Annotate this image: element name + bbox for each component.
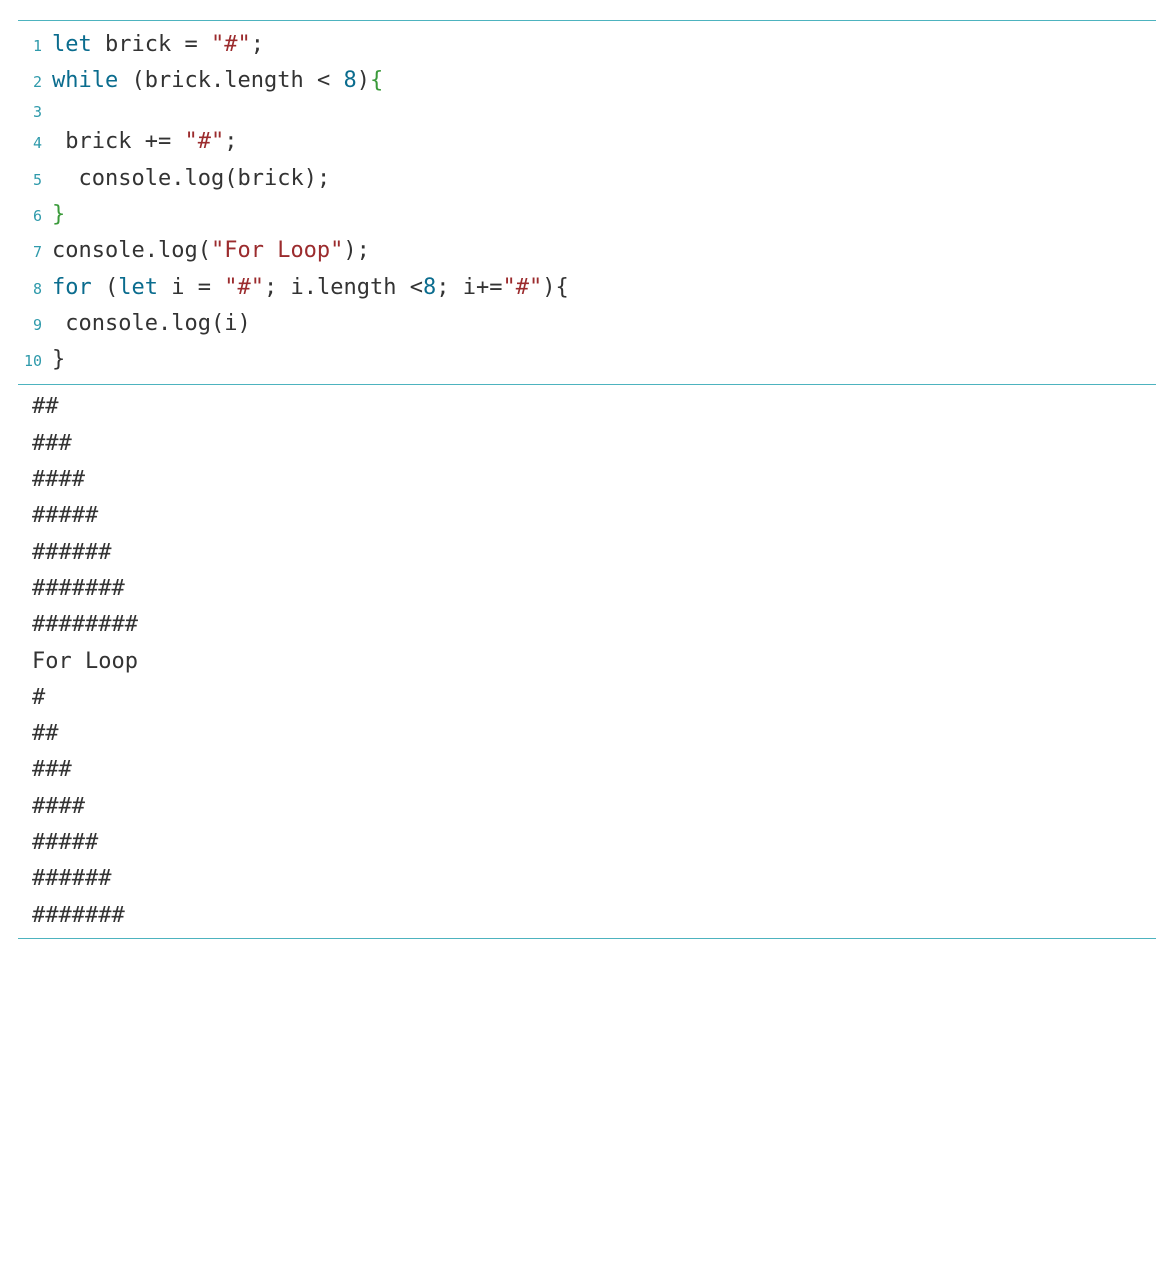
console-output-line: #### [32, 462, 1156, 498]
console-output-line: #### [32, 789, 1156, 825]
code-line[interactable]: 5 console.log(brick); [18, 161, 1156, 197]
console-output-line: ####### [32, 571, 1156, 607]
console-output-panel: ###################################For L… [18, 385, 1156, 938]
code-content[interactable]: console.log("For Loop"); [52, 233, 370, 269]
line-number: 6 [18, 204, 52, 229]
code-content[interactable]: for (let i = "#"; i.length <8; i+="#"){ [52, 270, 569, 306]
code-content[interactable]: } [52, 197, 65, 233]
code-line[interactable]: 4 brick += "#"; [18, 124, 1156, 160]
console-output-line: ### [32, 752, 1156, 788]
code-line[interactable]: 10} [18, 342, 1156, 378]
line-number: 9 [18, 313, 52, 338]
code-line[interactable]: 2while (brick.length < 8){ [18, 63, 1156, 99]
code-line[interactable]: 7console.log("For Loop"); [18, 233, 1156, 269]
code-content[interactable]: while (brick.length < 8){ [52, 63, 383, 99]
code-line[interactable]: 6} [18, 197, 1156, 233]
console-output-line: ##### [32, 498, 1156, 534]
console-output-line: ### [32, 426, 1156, 462]
console-output-line: ## [32, 716, 1156, 752]
code-line[interactable]: 3 [18, 100, 1156, 125]
code-content[interactable]: console.log(brick); [52, 161, 330, 197]
line-number: 3 [18, 100, 52, 125]
line-number: 7 [18, 240, 52, 265]
code-content[interactable]: brick += "#"; [52, 124, 237, 160]
code-editor-panel[interactable]: 1let brick = "#";2while (brick.length < … [18, 20, 1156, 385]
line-number: 5 [18, 168, 52, 193]
console-output-line: For Loop [32, 644, 1156, 680]
line-number: 1 [18, 34, 52, 59]
code-content[interactable]: let brick = "#"; [52, 27, 264, 63]
console-output-line: ###### [32, 861, 1156, 897]
line-number: 4 [18, 131, 52, 156]
console-output-line: # [32, 680, 1156, 716]
code-line[interactable]: 8for (let i = "#"; i.length <8; i+="#"){ [18, 270, 1156, 306]
console-output-line: ##### [32, 825, 1156, 861]
console-output-line: ######## [32, 607, 1156, 643]
console-output-line: ####### [32, 898, 1156, 934]
code-content[interactable]: console.log(i) [52, 306, 251, 342]
line-number: 2 [18, 70, 52, 95]
line-number: 10 [18, 349, 52, 374]
console-output-line: ## [32, 389, 1156, 425]
code-line[interactable]: 1let brick = "#"; [18, 27, 1156, 63]
console-output-line: ###### [32, 535, 1156, 571]
code-line[interactable]: 9 console.log(i) [18, 306, 1156, 342]
code-content[interactable]: } [52, 342, 65, 378]
line-number: 8 [18, 277, 52, 302]
